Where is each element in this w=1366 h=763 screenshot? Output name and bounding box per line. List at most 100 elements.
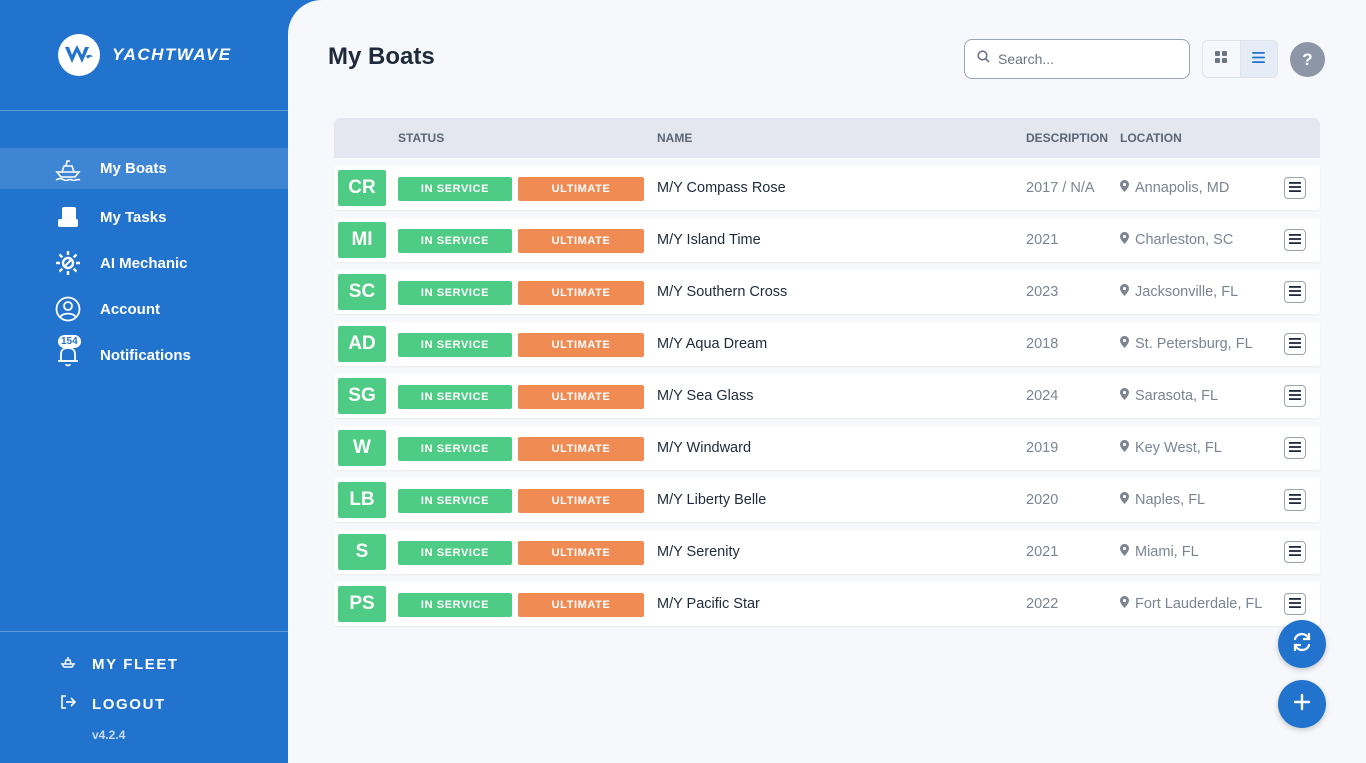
boat-location: Sarasota, FL (1120, 388, 1218, 404)
list-view-button[interactable] (1239, 41, 1277, 77)
boat-location: Annapolis, MD (1120, 180, 1229, 196)
boat-avatar: SG (338, 378, 386, 414)
boat-description: 2023 (1026, 284, 1059, 300)
boat-avatar: PS (338, 586, 386, 622)
boat-name[interactable]: M/Y Southern Cross (657, 284, 787, 300)
table-row[interactable]: CR IN SERVICE ULTIMATE M/Y Compass Rose … (334, 166, 1320, 210)
table-row[interactable]: SG IN SERVICE ULTIMATE M/Y Sea Glass 202… (334, 374, 1320, 418)
menu-icon (1289, 283, 1301, 301)
row-menu-button[interactable] (1284, 541, 1306, 563)
boat-description: 2018 (1026, 336, 1059, 352)
boat-name[interactable]: M/Y Compass Rose (657, 180, 786, 196)
boat-avatar: LB (338, 482, 386, 518)
location-pin-icon (1120, 492, 1129, 508)
table-row[interactable]: PS IN SERVICE ULTIMATE M/Y Pacific Star … (334, 582, 1320, 626)
menu-icon (1289, 387, 1301, 405)
column-header-location[interactable]: LOCATION (1120, 131, 1182, 145)
status-badge: IN SERVICE (398, 333, 512, 357)
app-version: v4.2.4 (92, 728, 126, 742)
location-pin-icon (1120, 544, 1129, 560)
refresh-button[interactable] (1278, 620, 1326, 668)
table-row[interactable]: LB IN SERVICE ULTIMATE M/Y Liberty Belle… (334, 478, 1320, 522)
boat-location: Fort Lauderdale, FL (1120, 596, 1262, 612)
boat-description: 2019 (1026, 440, 1059, 456)
table-row[interactable]: AD IN SERVICE ULTIMATE M/Y Aqua Dream 20… (334, 322, 1320, 366)
column-header-status[interactable]: STATUS (398, 131, 444, 145)
table-row[interactable]: MI IN SERVICE ULTIMATE M/Y Island Time 2… (334, 218, 1320, 262)
column-header-description[interactable]: DESCRIPTION (1026, 131, 1108, 145)
sidebar-item-label: AI Mechanic (100, 254, 188, 272)
boat-location: Key West, FL (1120, 440, 1222, 456)
boat-description: 2017 / N/A (1026, 180, 1095, 196)
logout-icon (60, 694, 77, 714)
boats-table: STATUS NAME DESCRIPTION LOCATION CR IN S… (334, 118, 1320, 626)
account-icon (54, 295, 82, 323)
gear-icon (54, 249, 82, 277)
boat-name[interactable]: M/Y Sea Glass (657, 388, 753, 404)
boat-location: Naples, FL (1120, 492, 1205, 508)
row-menu-button[interactable] (1284, 385, 1306, 407)
boat-description: 2021 (1026, 544, 1059, 560)
sidebar-item-label: My Tasks (100, 208, 167, 226)
boat-location: St. Petersburg, FL (1120, 336, 1253, 352)
location-pin-icon (1120, 388, 1129, 404)
status-badge: IN SERVICE (398, 593, 512, 617)
row-menu-button[interactable] (1284, 333, 1306, 355)
brand-logo[interactable]: YACHTWAVE (58, 34, 232, 76)
boat-name[interactable]: M/Y Liberty Belle (657, 492, 766, 508)
list-icon (1252, 50, 1266, 68)
plan-badge: ULTIMATE (518, 385, 644, 409)
brand-name: YACHTWAVE (112, 45, 232, 64)
sidebar-nav: My Boats My Tasks AI Mechanic Account 15… (0, 148, 288, 378)
boat-name[interactable]: M/Y Aqua Dream (657, 336, 767, 352)
menu-icon (1289, 439, 1301, 457)
boat-name[interactable]: M/Y Serenity (657, 544, 740, 560)
row-menu-button[interactable] (1284, 281, 1306, 303)
add-boat-button[interactable] (1278, 680, 1326, 728)
location-text: Fort Lauderdale, FL (1135, 596, 1263, 612)
sidebar-item-notifications[interactable]: 154 Notifications (0, 332, 288, 378)
sidebar-item-label: Account (100, 300, 160, 318)
boat-name[interactable]: M/Y Windward (657, 440, 751, 456)
search-input[interactable] (998, 51, 1178, 67)
help-button[interactable]: ? (1290, 42, 1325, 77)
sidebar-item-my-boats[interactable]: My Boats (0, 148, 288, 189)
my-fleet-label: MY FLEET (92, 655, 179, 673)
row-menu-button[interactable] (1284, 177, 1306, 199)
sidebar-divider (0, 631, 288, 632)
table-row[interactable]: SC IN SERVICE ULTIMATE M/Y Southern Cros… (334, 270, 1320, 314)
boat-location: Miami, FL (1120, 544, 1199, 560)
row-menu-button[interactable] (1284, 229, 1306, 251)
sidebar-item-my-tasks[interactable]: My Tasks (0, 194, 288, 240)
my-fleet-link[interactable]: MY FLEET (0, 644, 288, 684)
boat-avatar: AD (338, 326, 386, 362)
column-header-name[interactable]: NAME (657, 131, 692, 145)
status-badge: IN SERVICE (398, 385, 512, 409)
table-row[interactable]: W IN SERVICE ULTIMATE M/Y Windward 2019 … (334, 426, 1320, 470)
location-pin-icon (1120, 232, 1129, 248)
yachtwave-logo-icon (58, 34, 100, 76)
view-toggle (1202, 40, 1278, 78)
plan-badge: ULTIMATE (518, 281, 644, 305)
plus-icon (1293, 693, 1311, 716)
sidebar-item-ai-mechanic[interactable]: AI Mechanic (0, 240, 288, 286)
location-text: Sarasota, FL (1135, 388, 1219, 404)
row-menu-button[interactable] (1284, 437, 1306, 459)
boat-description: 2022 (1026, 596, 1059, 612)
status-badge: IN SERVICE (398, 229, 512, 253)
grid-view-button[interactable] (1203, 41, 1240, 77)
main-content: My Boats ? STATUS NAME DESCRIPTION LOCAT… (288, 0, 1366, 763)
location-text: Miami, FL (1135, 544, 1199, 560)
table-row[interactable]: S IN SERVICE ULTIMATE M/Y Serenity 2021 … (334, 530, 1320, 574)
boat-name[interactable]: M/Y Island Time (657, 232, 761, 248)
sidebar-item-account[interactable]: Account (0, 286, 288, 332)
boat-name[interactable]: M/Y Pacific Star (657, 596, 760, 612)
boat-description: 2020 (1026, 492, 1059, 508)
location-pin-icon (1120, 596, 1129, 612)
search-box[interactable] (964, 39, 1190, 79)
status-badge: IN SERVICE (398, 281, 512, 305)
sidebar-item-label: My Boats (100, 160, 167, 177)
logout-link[interactable]: LOGOUT (0, 684, 288, 724)
row-menu-button[interactable] (1284, 593, 1306, 615)
row-menu-button[interactable] (1284, 489, 1306, 511)
